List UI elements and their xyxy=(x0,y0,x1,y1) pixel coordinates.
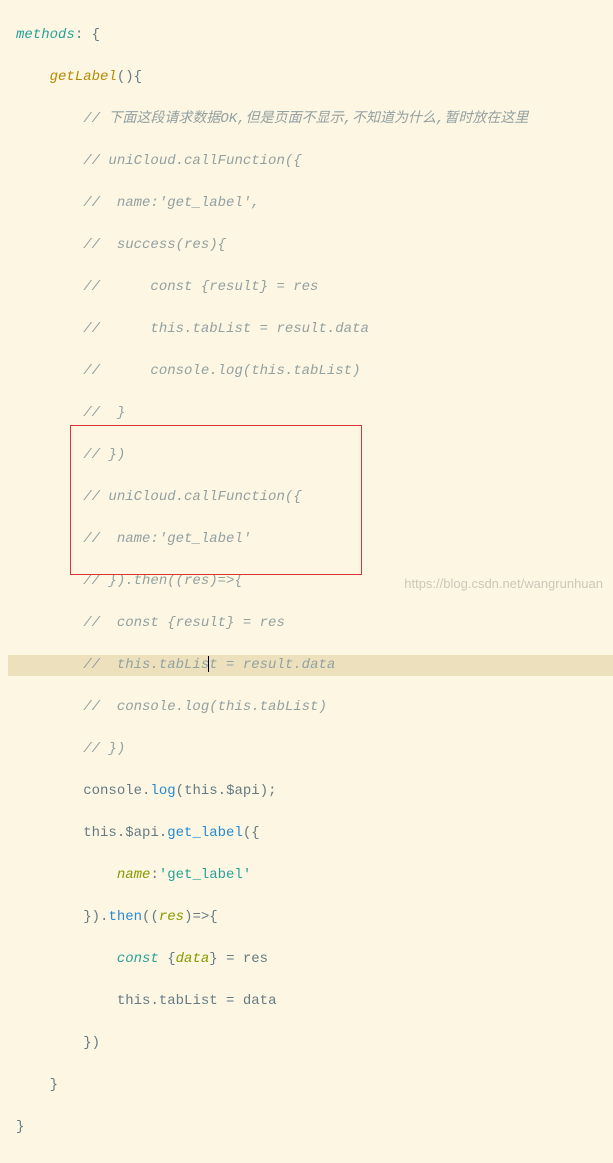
code-line-comment: // 下面这段请求数据OK,但是页面不显示,不知道为什么,暂时放在这里 xyxy=(8,109,613,130)
code-line: }) xyxy=(8,1033,613,1054)
code-line-highlighted: // this.tabList = result.data xyxy=(8,655,613,676)
code-line-comment: // uniCloud.callFunction({ xyxy=(8,487,613,508)
function-name: getLabel xyxy=(50,69,117,85)
code-line-comment: // }) xyxy=(8,739,613,760)
keyword-methods: methods xyxy=(16,27,75,43)
code-line-comment: // } xyxy=(8,403,613,424)
code-line-comment: // success(res){ xyxy=(8,235,613,256)
code-line-comment: // const {result} = res xyxy=(8,277,613,298)
code-line-comment: // console.log(this.tabList) xyxy=(8,697,613,718)
code-line: } xyxy=(8,1117,613,1138)
code-line: name:'get_label' xyxy=(8,865,613,886)
code-line-comment: // const {result} = res xyxy=(8,613,613,634)
code-line: getLabel(){ xyxy=(8,67,613,88)
code-line-comment: // name:'get_label' xyxy=(8,529,613,550)
code-line: const {data} = res xyxy=(8,949,613,970)
code-line: } xyxy=(8,1075,613,1096)
code-line: console.log(this.$api); xyxy=(8,781,613,802)
code-line: }).then((res)=>{ xyxy=(8,907,613,928)
code-line-comment: // name:'get_label', xyxy=(8,193,613,214)
code-line: this.tabList = data xyxy=(8,991,613,1012)
watermark-text: https://blog.csdn.net/wangrunhuan xyxy=(404,573,603,594)
code-line-comment: // }) xyxy=(8,445,613,466)
code-line-comment: // uniCloud.callFunction({ xyxy=(8,151,613,172)
code-line: this.$api.get_label({ xyxy=(8,823,613,844)
code-line: methods: { xyxy=(8,25,613,46)
code-line-comment: // this.tabList = result.data xyxy=(8,319,613,340)
code-line-comment: // console.log(this.tabList) xyxy=(8,361,613,382)
